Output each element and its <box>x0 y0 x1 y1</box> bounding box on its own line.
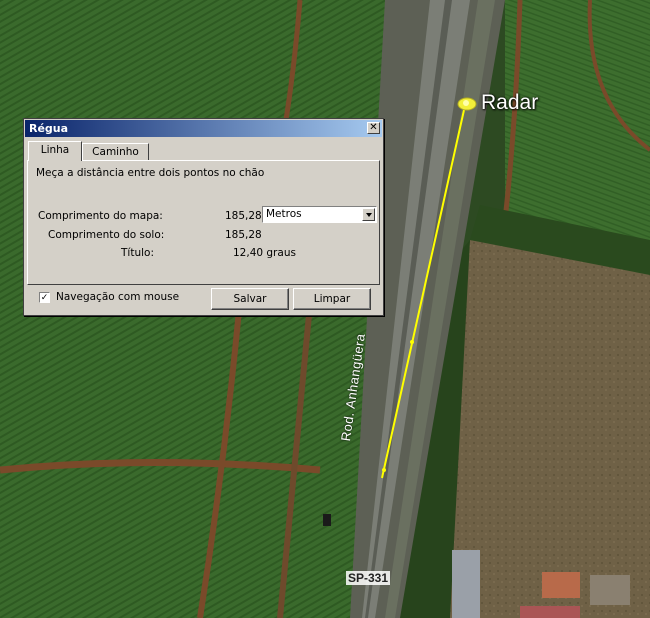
unit-selected-value: Metros <box>266 208 302 220</box>
building <box>452 550 480 618</box>
building <box>590 575 630 605</box>
mouse-navigation-label: Navegação com mouse <box>56 291 180 303</box>
pushpin-icon <box>457 97 477 111</box>
placemark-label[interactable]: Radar <box>481 91 538 115</box>
dialog-title: Régua <box>29 122 69 135</box>
save-button[interactable]: Salvar <box>211 288 289 310</box>
ground-length-label: Comprimento do solo: <box>48 229 165 241</box>
ground-length-value: 185,28 <box>225 229 262 241</box>
chevron-down-icon[interactable] <box>362 208 375 221</box>
ruler-dialog: Régua ✕ Linha Caminho Meça a distância e… <box>23 118 384 316</box>
tab-path[interactable]: Caminho <box>82 143 149 160</box>
map-length-label: Comprimento do mapa: <box>38 210 163 222</box>
heading-value: 12,40 graus <box>233 247 296 259</box>
unit-select[interactable]: Metros <box>262 206 377 223</box>
route-shield: SP-331 <box>346 571 391 585</box>
building <box>542 572 580 598</box>
heading-label: Título: <box>121 247 154 259</box>
description-text: Meça a distância entre dois pontos no ch… <box>36 167 265 179</box>
mouse-navigation-checkbox[interactable]: ✓ <box>39 292 50 303</box>
clear-button[interactable]: Limpar <box>293 288 371 310</box>
tab-panel: Meça a distância entre dois pontos no ch… <box>27 160 380 285</box>
map-length-value: 185,28 <box>225 210 262 222</box>
dialog-titlebar[interactable]: Régua ✕ <box>25 120 382 137</box>
tab-line[interactable]: Linha <box>28 141 82 161</box>
close-button[interactable]: ✕ <box>367 122 380 134</box>
